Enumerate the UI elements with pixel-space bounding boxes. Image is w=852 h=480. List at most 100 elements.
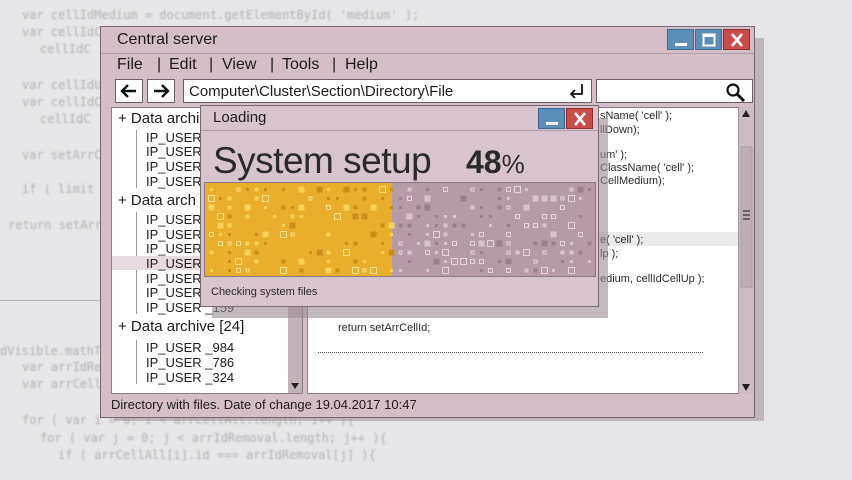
progress-pattern-tile <box>480 269 483 272</box>
progress-pattern-tile <box>236 241 241 246</box>
progress-pattern-tile <box>218 241 223 246</box>
progress-pattern-tile <box>399 269 402 272</box>
progress-pattern-tile <box>506 250 511 255</box>
tree-leaf[interactable]: IP_USER <box>146 227 202 242</box>
progress-pattern-tile <box>426 269 429 272</box>
tree-leaf[interactable]: IP_USER _786 <box>146 355 234 370</box>
tree-leaf[interactable]: IP_USER <box>146 212 202 227</box>
tree-leaf[interactable]: IP_USER _324 <box>146 370 234 385</box>
progress-pattern-tile <box>479 259 484 264</box>
menu-tools[interactable]: Tools <box>282 56 319 74</box>
progress-pattern-tile <box>570 260 573 263</box>
progress-pattern-tile <box>390 269 393 272</box>
tree-leaf[interactable]: IP_USER <box>146 130 202 145</box>
tree-leaf[interactable]: IP_USER <box>146 174 202 189</box>
close-button[interactable] <box>723 29 750 50</box>
tree-connector <box>136 130 137 188</box>
code-line: return setArrCellId; <box>338 322 431 334</box>
forward-button[interactable] <box>147 79 175 103</box>
progress-pattern-tile <box>425 250 430 255</box>
progress-pattern-tile <box>264 242 267 245</box>
progress-pattern-tile <box>433 258 440 265</box>
tree-leaf-selected[interactable]: IP_USER <box>146 256 202 271</box>
progress-pattern-tile <box>478 240 485 247</box>
tree-node-data-archive[interactable]: + Data arch <box>118 192 196 209</box>
progress-pattern-tile <box>424 240 431 247</box>
progress-pattern-tile <box>254 241 259 246</box>
progress-pattern-tile <box>561 260 564 263</box>
progress-pattern-tile <box>316 186 323 193</box>
progress-pattern-tile <box>217 222 224 229</box>
progress-pattern-tile <box>300 215 303 218</box>
progress-pattern-tile <box>552 269 555 272</box>
progress-pattern-tile <box>255 233 258 236</box>
progress-pattern-tile <box>443 223 448 228</box>
tree-leaf[interactable]: IP_USER <box>146 285 202 300</box>
dialog-minimize-button[interactable] <box>538 108 565 129</box>
progress-pattern-tile <box>291 206 294 209</box>
dotted-separator <box>318 352 703 353</box>
progress-pattern-tile <box>417 215 420 218</box>
progress-pattern-tile <box>470 187 475 192</box>
back-button[interactable] <box>115 79 143 103</box>
tree-node-data-archive[interactable]: + Data archi <box>118 110 199 127</box>
progress-pattern-tile <box>479 232 484 237</box>
menu-view[interactable]: View <box>222 56 256 74</box>
tree-node-data-archive[interactable]: + Data archive [24] <box>118 318 244 335</box>
tree-leaf[interactable]: IP_USER <box>146 241 202 256</box>
progress-pattern-tile <box>407 187 412 192</box>
progress-pattern-tile <box>541 195 548 202</box>
progress-pattern-tile <box>406 213 413 220</box>
progress-pattern-tile <box>282 224 285 227</box>
progress-pattern-tile <box>244 249 251 256</box>
dialog-close-button[interactable] <box>566 108 593 129</box>
progress-pattern-tile <box>444 215 447 218</box>
tree-leaf[interactable]: IP_USER _984 <box>146 340 234 355</box>
maximize-button[interactable] <box>695 29 722 50</box>
progress-pattern-tile <box>398 241 403 246</box>
progress-pattern-tile <box>435 224 438 227</box>
menu-file[interactable]: File <box>117 56 143 74</box>
menu-help[interactable]: Help <box>345 56 378 74</box>
tree-leaf[interactable]: IP_USER <box>146 144 202 159</box>
progress-pattern-tile <box>326 250 331 255</box>
progress-pattern-tile <box>435 242 438 245</box>
tree-leaf[interactable]: IP_USER <box>146 271 202 286</box>
progress-pattern-tile <box>327 188 330 191</box>
progress-pattern-tile <box>514 186 521 193</box>
progress-pattern-tile <box>433 231 440 238</box>
progress-percent-sign: % <box>501 149 525 179</box>
progress-pattern-tile <box>506 187 511 192</box>
code-scrollbar[interactable] <box>738 107 754 394</box>
progress-bar <box>204 182 596 277</box>
menu-edit[interactable]: Edit <box>169 56 197 74</box>
window-titlebar[interactable]: Central server <box>101 27 754 54</box>
progress-pattern-tile <box>217 213 224 220</box>
menu-separator: | <box>209 56 214 73</box>
progress-pattern-tile <box>587 241 592 246</box>
minimize-button[interactable] <box>667 29 694 50</box>
progress-pattern-tile <box>235 258 242 265</box>
enter-button[interactable] <box>567 83 585 103</box>
dialog-title-divider <box>201 130 598 131</box>
menu-separator: | <box>270 56 275 73</box>
progress-pattern-tile <box>345 242 348 245</box>
progress-pattern-tile <box>506 205 511 210</box>
progress-pattern-tile <box>281 259 286 264</box>
progress-pattern-tile <box>507 197 510 200</box>
progress-pattern-tile <box>515 250 520 255</box>
progress-pattern-tile <box>254 259 259 264</box>
search-icon[interactable] <box>724 81 748 103</box>
address-bar[interactable]: Computer\Cluster\Section\Directory\File <box>183 79 592 103</box>
progress-pattern-tile <box>209 232 214 237</box>
search-input[interactable] <box>596 79 753 103</box>
progress-pattern-tile <box>399 197 402 200</box>
tree-leaf[interactable]: IP_USER <box>146 159 202 174</box>
progress-pattern-tile <box>550 231 557 238</box>
progress-pattern-tile <box>507 224 510 227</box>
background-divider <box>0 300 110 301</box>
progress-pattern-tile <box>381 197 384 200</box>
progress-pattern-tile <box>461 223 466 228</box>
progress-pattern-tile <box>435 251 438 254</box>
bg-code-line: var cellIdC <box>22 25 102 39</box>
